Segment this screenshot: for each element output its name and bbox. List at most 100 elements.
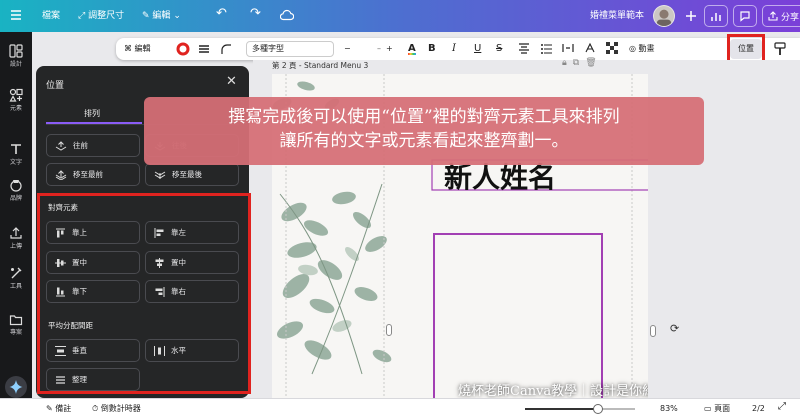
share-button[interactable]: 分享 bbox=[762, 5, 800, 27]
delete-icon[interactable]: 🗑︎ bbox=[585, 58, 602, 68]
sidebar-item-tools[interactable]: 工具 bbox=[0, 266, 32, 290]
text-color-icon[interactable]: A bbox=[408, 42, 416, 56]
menu-icon[interactable] bbox=[10, 9, 22, 23]
animate-label: 動畫 bbox=[638, 44, 655, 53]
project-title[interactable]: 婚禮菜單範本 bbox=[590, 9, 644, 23]
elements-icon bbox=[9, 88, 23, 102]
font-size-increase[interactable]: + bbox=[386, 42, 393, 56]
send-to-back-label: 移至最後 bbox=[172, 170, 202, 179]
duplicate-icon[interactable]: ⧉ bbox=[573, 58, 585, 68]
text-effects-icon[interactable] bbox=[584, 42, 596, 56]
resize-handle[interactable] bbox=[650, 325, 656, 337]
top-bar: 檔案 ⤢ 調整尺寸 ✎ 編輯 ⌄ ↶ ↷ 婚禮菜單範本 分享 bbox=[0, 0, 800, 32]
sparkle-icon bbox=[9, 380, 23, 394]
align-center-icon[interactable] bbox=[518, 42, 530, 56]
panel-title: 位置 bbox=[46, 81, 65, 91]
comment-icon[interactable] bbox=[733, 5, 757, 27]
pages-button[interactable]: ▭ 頁面 bbox=[704, 403, 730, 415]
notes-button[interactable]: ✎ 備註 bbox=[46, 403, 71, 415]
notes-label: 備註 bbox=[55, 404, 72, 413]
text-toolbar: ⌘ 編輯 多種字型 − – + A B I U S ◎ 動畫 位置 bbox=[116, 38, 800, 60]
timer-button[interactable]: ⏱︎ 倒數計時器 bbox=[92, 403, 141, 415]
sidebar-item-upload[interactable]: 上傳 bbox=[0, 226, 32, 250]
undo-icon[interactable]: ↶ bbox=[216, 7, 227, 21]
strikethrough-icon[interactable]: S bbox=[496, 42, 502, 56]
sidebar-item-brand[interactable]: 品牌 bbox=[0, 178, 32, 202]
magic-assistant-button[interactable] bbox=[5, 376, 27, 398]
sidebar-item-projects[interactable]: 專案 bbox=[0, 312, 32, 336]
color-picker[interactable] bbox=[176, 42, 190, 56]
redo-icon[interactable]: ↷ bbox=[250, 7, 261, 21]
sidebar-item-label: 專案 bbox=[9, 329, 22, 336]
zoom-slider-fill bbox=[525, 408, 598, 410]
sidebar-item-label: 品牌 bbox=[9, 195, 22, 202]
timer-icon: ⏱︎ bbox=[92, 404, 99, 413]
edit-button-label: 編輯 bbox=[134, 44, 151, 53]
insights-icon[interactable] bbox=[704, 5, 728, 27]
upload-icon bbox=[10, 227, 22, 239]
magic-edit-icon: ⌘ bbox=[124, 44, 132, 53]
fullscreen-icon[interactable]: ⤢ bbox=[778, 401, 786, 413]
page-count: 2/2 bbox=[752, 404, 765, 413]
pages-icon: ▭ bbox=[704, 404, 712, 413]
sidebar-item-label: 文字 bbox=[9, 159, 22, 166]
forward-button[interactable]: 往前 bbox=[46, 134, 140, 157]
animate-button[interactable]: ◎ 動畫 bbox=[629, 42, 655, 56]
instruction-banner: 撰寫完成後可以使用“位置”裡的對齊元素工具來排列 讓所有的文字或元素看起來整齊劃… bbox=[144, 97, 704, 165]
lock-icon[interactable]: 🔒︎ bbox=[562, 58, 573, 68]
border-style-icon[interactable] bbox=[198, 42, 210, 56]
italic-icon[interactable]: I bbox=[452, 42, 456, 56]
resize-label: 調整尺寸 bbox=[88, 11, 125, 21]
spacing-icon[interactable] bbox=[562, 42, 574, 56]
edit-button[interactable]: ⌘ 編輯 bbox=[124, 42, 151, 56]
font-size-decrease[interactable]: − bbox=[344, 42, 351, 56]
corner-rounding-icon[interactable] bbox=[220, 42, 232, 56]
close-icon[interactable]: ✕ bbox=[226, 74, 237, 89]
zoom-level[interactable]: 83% bbox=[660, 403, 678, 415]
bring-to-front-button[interactable]: 移至最前 bbox=[46, 163, 140, 186]
zoom-slider-handle[interactable] bbox=[592, 404, 603, 414]
send-to-back-button[interactable]: 移至最後 bbox=[145, 163, 239, 186]
list-icon[interactable] bbox=[540, 42, 552, 56]
sidebar-item-design[interactable]: 設計 bbox=[0, 44, 32, 68]
resize-button[interactable]: ⤢ 調整尺寸 bbox=[78, 9, 124, 23]
sidebar-item-elements[interactable]: 元素 bbox=[0, 88, 32, 112]
add-collaborator-icon[interactable] bbox=[679, 5, 703, 27]
share-upload-icon bbox=[768, 11, 778, 21]
sidebar-item-label: 設計 bbox=[9, 61, 22, 68]
zoom-slider[interactable] bbox=[525, 404, 635, 414]
bring-to-front-label: 移至最前 bbox=[73, 170, 103, 179]
tab-arrange[interactable]: 排列 bbox=[84, 108, 100, 119]
tools-icon bbox=[11, 267, 22, 279]
edit-label: 編輯 bbox=[152, 11, 171, 21]
file-menu[interactable]: 檔案 bbox=[42, 9, 60, 23]
rotate-icon[interactable]: ⟳ bbox=[670, 322, 679, 335]
pencil-icon: ✎ bbox=[142, 11, 150, 21]
text-icon bbox=[11, 144, 21, 154]
page-actions[interactable]: 🔒︎⧉🗑︎ bbox=[562, 58, 603, 68]
banner-line-1: 撰寫完成後可以使用“位置”裡的對齊元素工具來排列 bbox=[228, 107, 620, 127]
avatar[interactable] bbox=[653, 5, 675, 27]
underline-icon[interactable]: U bbox=[474, 42, 481, 56]
page-label: 第 2 頁 - Standard Menu 3 bbox=[272, 61, 369, 70]
chevron-down-icon: ⌄ bbox=[173, 11, 181, 21]
brand-icon bbox=[10, 180, 22, 192]
edit-menu[interactable]: ✎ 編輯 ⌄ bbox=[142, 9, 181, 23]
cloud-save-icon[interactable] bbox=[279, 9, 295, 23]
forward-label: 往前 bbox=[73, 141, 88, 150]
transparency-icon[interactable] bbox=[606, 42, 618, 56]
projects-icon bbox=[9, 315, 23, 326]
bring-forward-icon bbox=[55, 140, 67, 151]
bottom-bar: ✎ 備註 ⏱︎ 倒數計時器 83% ▭ 頁面 2/2 ⤢ bbox=[0, 398, 800, 418]
share-label: 分享 bbox=[781, 12, 800, 23]
resize-handle[interactable] bbox=[386, 324, 392, 336]
font-name: 多種字型 bbox=[252, 44, 284, 53]
sidebar-item-label: 工具 bbox=[9, 283, 22, 290]
align-tools-highlight bbox=[37, 193, 251, 394]
copy-style-icon[interactable] bbox=[774, 42, 786, 56]
font-selector[interactable]: 多種字型 bbox=[246, 41, 334, 57]
sidebar-item-text[interactable]: 文字 bbox=[0, 142, 32, 166]
left-sidebar: 設計 元素 文字 品牌 上傳 工具 專案 bbox=[0, 32, 32, 398]
pages-label: 頁面 bbox=[714, 404, 731, 413]
bold-icon[interactable]: B bbox=[428, 42, 436, 56]
